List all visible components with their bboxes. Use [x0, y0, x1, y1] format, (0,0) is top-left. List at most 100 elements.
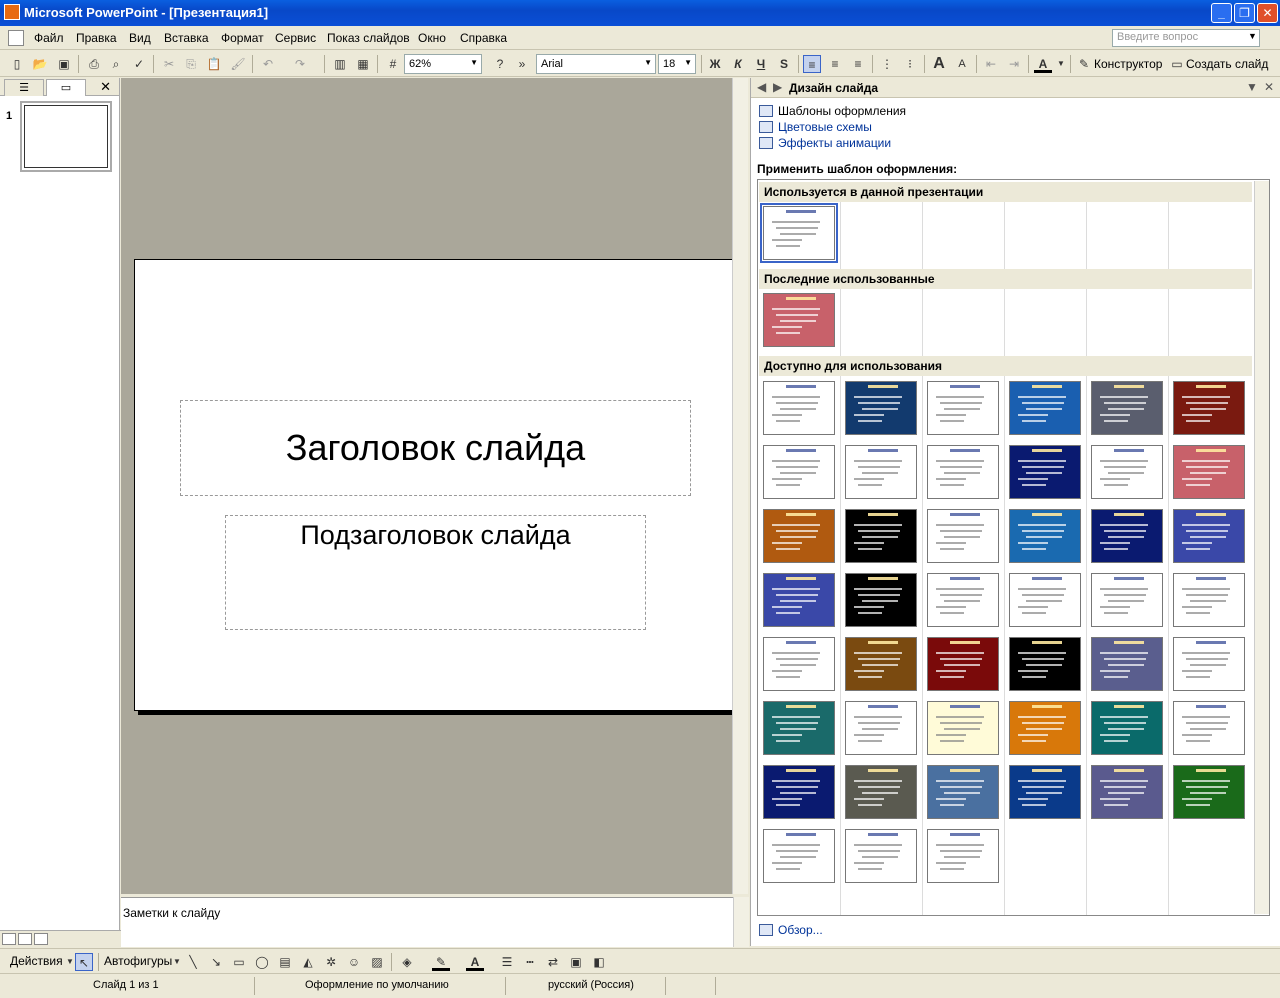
template-thumbnail[interactable]	[927, 701, 999, 755]
template-thumbnail[interactable]	[763, 637, 835, 691]
close-button[interactable]: ✕	[1257, 3, 1278, 23]
editor-scrollbar[interactable]	[732, 78, 748, 894]
new-slide-icon[interactable]: ▭	[1168, 55, 1186, 73]
line-icon[interactable]: ╲	[184, 953, 202, 971]
slideshow-view-icon[interactable]	[34, 933, 48, 945]
animation-schemes-link[interactable]: Эффекты анимации	[759, 136, 891, 150]
template-thumbnail[interactable]	[1173, 573, 1245, 627]
template-thumbnail[interactable]	[845, 509, 917, 563]
picture-icon[interactable]: ▨	[368, 953, 386, 971]
fill-color-icon[interactable]: ◈	[398, 953, 416, 971]
template-thumbnail[interactable]	[927, 381, 999, 435]
template-thumbnail[interactable]	[1173, 509, 1245, 563]
new-slide-button[interactable]: Создать слайд	[1186, 57, 1268, 71]
diagram-icon[interactable]: ✲	[322, 953, 340, 971]
font-size-select[interactable]: 18 ▼	[658, 54, 696, 74]
gallery-scrollbar[interactable]	[1254, 181, 1269, 914]
template-thumbnail[interactable]	[927, 573, 999, 627]
template-thumbnail[interactable]	[927, 445, 999, 499]
template-thumbnail[interactable]	[927, 829, 999, 883]
help-question-input[interactable]: Введите вопрос	[1112, 29, 1260, 47]
new-icon[interactable]: ▯	[8, 55, 26, 73]
template-thumbnail[interactable]	[1009, 637, 1081, 691]
task-pane-close-icon[interactable]: ✕	[1264, 80, 1274, 94]
help-dropdown-icon[interactable]: ▼	[1248, 31, 1257, 41]
draw-font-color-icon[interactable]: A	[466, 953, 484, 971]
template-thumbnail[interactable]	[1173, 445, 1245, 499]
close-pane-icon[interactable]: ✕	[100, 79, 111, 95]
italic-button[interactable]: К	[729, 55, 747, 73]
select-pointer-icon[interactable]: ↖	[75, 953, 93, 971]
template-thumbnail[interactable]	[763, 573, 835, 627]
slide-canvas[interactable]: Заголовок слайда Подзаголовок слайда	[134, 259, 736, 711]
template-thumbnail[interactable]	[845, 701, 917, 755]
textbox-icon[interactable]: ▤	[276, 953, 294, 971]
template-thumbnail[interactable]	[927, 765, 999, 819]
tab-slides[interactable]: ▭	[46, 79, 86, 96]
browse-link[interactable]: Обзор...	[759, 923, 823, 937]
sorter-view-icon[interactable]	[18, 933, 32, 945]
template-thumbnail[interactable]	[763, 765, 835, 819]
normal-view-icon[interactable]	[2, 933, 16, 945]
slide-thumbnail[interactable]	[20, 101, 112, 172]
format-painter-icon[interactable]: 🖌	[229, 55, 247, 73]
template-thumbnail[interactable]	[1173, 637, 1245, 691]
template-thumbnail[interactable]	[1091, 701, 1163, 755]
tab-outline[interactable]: ☰	[4, 79, 44, 96]
template-thumbnail[interactable]	[763, 445, 835, 499]
template-thumbnail[interactable]	[845, 573, 917, 627]
align-right-icon[interactable]: ≡	[849, 55, 867, 73]
decrease-font-icon[interactable]: A	[953, 55, 971, 73]
zoom-select[interactable]: 62% ▼	[404, 54, 482, 74]
template-thumbnail[interactable]	[1173, 381, 1245, 435]
template-thumbnail[interactable]	[1009, 381, 1081, 435]
actions-menu[interactable]: Действия	[10, 954, 63, 968]
align-center-icon[interactable]: ≡	[826, 55, 844, 73]
arrow-icon[interactable]: ↘	[207, 953, 225, 971]
maximize-button[interactable]: ❐	[1234, 3, 1255, 23]
increase-font-icon[interactable]: A	[930, 55, 948, 73]
template-thumbnail[interactable]	[1009, 445, 1081, 499]
template-thumbnail[interactable]	[1091, 381, 1163, 435]
copy-icon[interactable]: ⎘	[182, 55, 200, 73]
insert-chart-icon[interactable]: ▥	[331, 55, 349, 73]
underline-button[interactable]: Ч	[752, 55, 770, 73]
increase-indent-icon[interactable]: ⇥	[1005, 55, 1023, 73]
bold-button[interactable]: Ж	[706, 55, 724, 73]
template-thumbnail-recent[interactable]	[763, 293, 835, 347]
decrease-indent-icon[interactable]: ⇤	[982, 55, 1000, 73]
menu-window[interactable]: Окно	[418, 31, 446, 45]
template-thumbnail[interactable]	[845, 829, 917, 883]
open-icon[interactable]: 📂	[31, 55, 49, 73]
save-icon[interactable]: ▣	[55, 55, 73, 73]
document-icon[interactable]	[8, 30, 24, 46]
menu-insert[interactable]: Вставка	[164, 31, 209, 45]
template-thumbnail[interactable]	[1173, 701, 1245, 755]
designer-icon[interactable]: ✎	[1075, 55, 1093, 73]
wordart-icon[interactable]: ◭	[299, 953, 317, 971]
template-thumbnail[interactable]	[927, 509, 999, 563]
paste-icon[interactable]: 📋	[205, 55, 223, 73]
rectangle-icon[interactable]: ▭	[230, 953, 248, 971]
template-thumbnail[interactable]	[1173, 765, 1245, 819]
autoshapes-menu[interactable]: Автофигуры	[104, 954, 172, 968]
font-select[interactable]: Arial ▼	[536, 54, 656, 74]
minimize-button[interactable]: _	[1211, 3, 1232, 23]
arrow-style-icon[interactable]: ⇄	[544, 953, 562, 971]
menu-file[interactable]: Файл	[34, 31, 64, 45]
toolbar-options-icon[interactable]: »	[513, 55, 531, 73]
designer-button[interactable]: Конструктор	[1094, 57, 1162, 71]
menu-slide-show[interactable]: Показ слайдов	[327, 31, 410, 45]
spelling-icon[interactable]: ✓	[130, 55, 148, 73]
shadow-button[interactable]: S	[775, 55, 793, 73]
menu-edit[interactable]: Правка	[76, 31, 117, 45]
font-color-icon[interactable]: A	[1034, 55, 1052, 73]
line-style-icon[interactable]: ☰	[498, 953, 516, 971]
template-thumbnail[interactable]	[845, 765, 917, 819]
powerpoint-app-icon[interactable]	[4, 4, 20, 20]
template-thumbnail[interactable]	[1009, 765, 1081, 819]
dash-style-icon[interactable]: ┅	[521, 953, 539, 971]
template-thumbnail[interactable]	[1009, 509, 1081, 563]
color-schemes-link[interactable]: Цветовые схемы	[759, 120, 872, 134]
shadow-style-icon[interactable]: ▣	[567, 953, 585, 971]
